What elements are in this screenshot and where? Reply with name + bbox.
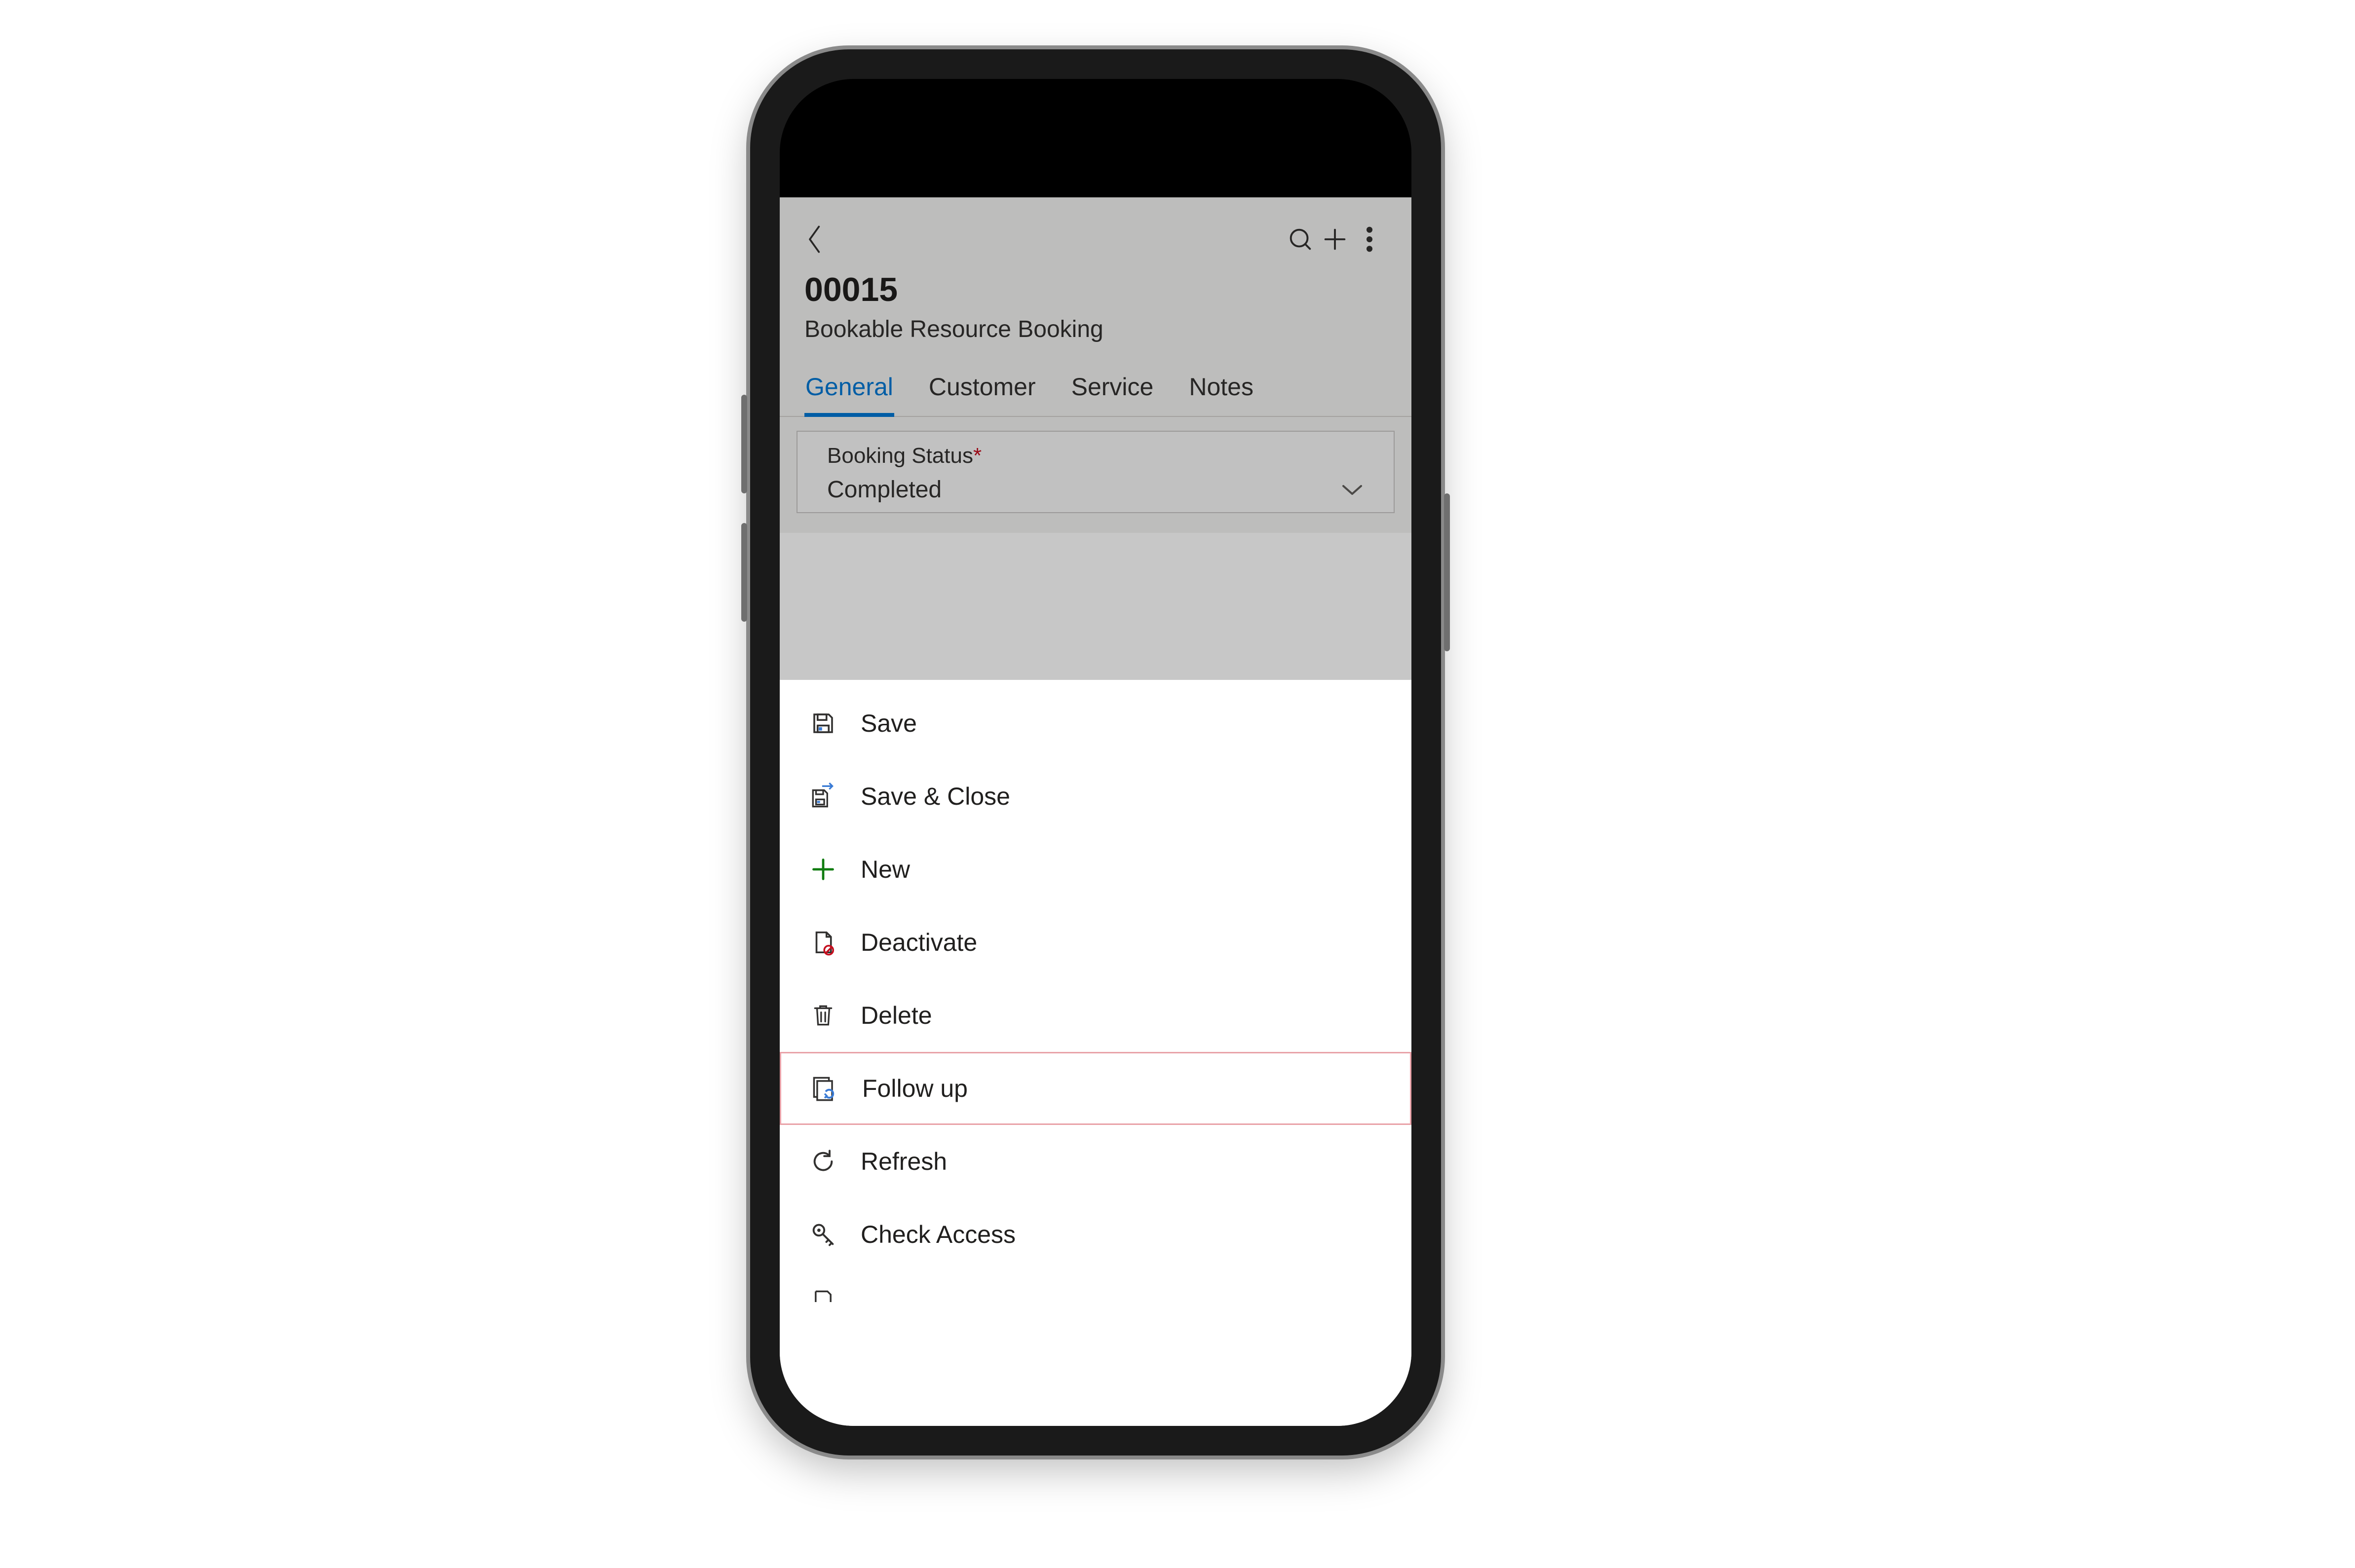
menu-item-delete[interactable]: Delete <box>780 979 1411 1052</box>
menu-item-deactivate[interactable]: Deactivate <box>780 906 1411 979</box>
tab-general[interactable]: General <box>804 361 894 417</box>
app-header: 00015 Bookable Resource Booking <box>780 197 1411 361</box>
menu-item-label: New <box>861 855 910 884</box>
new-icon <box>807 854 839 885</box>
followup-icon <box>809 1073 840 1104</box>
tab-notes[interactable]: Notes <box>1188 361 1254 417</box>
menu-item-check-access[interactable]: Check Access <box>780 1198 1411 1271</box>
search-button[interactable] <box>1283 225 1318 254</box>
menu-item-refresh[interactable]: Refresh <box>780 1125 1411 1198</box>
chevron-down-icon <box>1340 483 1364 497</box>
phone-frame: 00015 Bookable Resource Booking General … <box>750 49 1441 1456</box>
more-vertical-icon <box>1361 225 1378 254</box>
menu-item-save[interactable]: Save <box>780 687 1411 760</box>
delete-icon <box>807 1000 839 1031</box>
booking-status-card: Booking Status* Completed <box>797 431 1395 513</box>
booking-status-select[interactable]: Completed <box>798 472 1394 512</box>
menu-item-save-close[interactable]: Save & Close <box>780 760 1411 833</box>
header-action-bar <box>804 212 1387 266</box>
phone-screen: 00015 Bookable Resource Booking General … <box>780 79 1411 1426</box>
page-subtitle: Bookable Resource Booking <box>804 316 1387 343</box>
menu-item-partial[interactable] <box>780 1271 1411 1306</box>
app-surface: 00015 Bookable Resource Booking General … <box>780 197 1411 1426</box>
tab-service[interactable]: Service <box>1070 361 1155 417</box>
add-button[interactable] <box>1318 225 1352 254</box>
menu-item-label: Refresh <box>861 1147 947 1176</box>
menu-item-follow-up[interactable]: Follow up <box>780 1052 1411 1125</box>
page-title: 00015 <box>804 270 1387 309</box>
save-icon <box>807 708 839 739</box>
deactivate-icon <box>807 927 839 958</box>
menu-item-label: Save & Close <box>861 782 1010 811</box>
menu-item-label: Check Access <box>861 1220 1016 1249</box>
search-icon <box>1286 225 1315 254</box>
booking-status-value: Completed <box>827 476 1340 503</box>
plus-icon <box>1321 225 1349 254</box>
back-button[interactable] <box>804 223 826 256</box>
tabs: General Customer Service Notes <box>780 361 1411 417</box>
generic-icon <box>807 1280 839 1311</box>
booking-status-label: Booking Status* <box>798 432 1394 472</box>
field-label-text: Booking Status <box>827 444 973 468</box>
menu-item-label: Delete <box>861 1001 932 1030</box>
check-access-icon <box>807 1219 839 1250</box>
refresh-icon <box>807 1146 839 1177</box>
more-button[interactable] <box>1352 225 1387 254</box>
menu-item-label: Follow up <box>862 1074 968 1103</box>
command-menu: Save Save & Close New <box>780 680 1411 1426</box>
phone-side-button <box>741 523 747 622</box>
save-close-icon <box>807 781 839 812</box>
menu-item-label: Save <box>861 709 917 738</box>
required-marker: * <box>973 444 982 468</box>
form-content: Booking Status* Completed <box>780 417 1411 533</box>
menu-item-new[interactable]: New <box>780 833 1411 906</box>
tab-customer[interactable]: Customer <box>928 361 1037 417</box>
menu-item-label: Deactivate <box>861 928 977 957</box>
